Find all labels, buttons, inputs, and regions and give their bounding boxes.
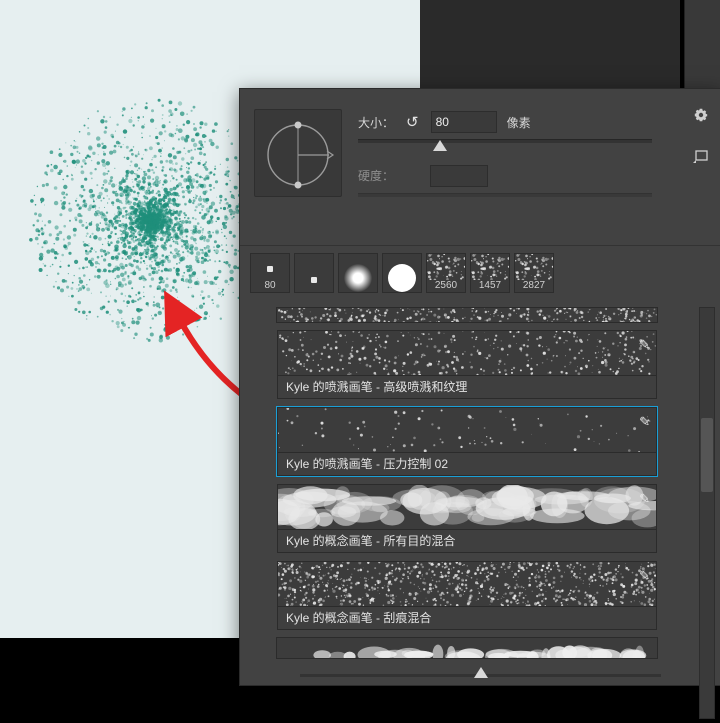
hardness-slider-track — [358, 193, 652, 197]
recent-brush-thumb[interactable]: 80 — [250, 253, 290, 293]
recent-brush-thumb[interactable]: 2560 — [426, 253, 466, 293]
brush-item-partial[interactable] — [276, 307, 658, 323]
size-slider-thumb[interactable] — [433, 140, 447, 151]
brush-mark-icon: ✎ — [639, 491, 650, 507]
brush-mark-icon: ✎ — [639, 337, 650, 353]
brush-size-label: 80 — [264, 280, 275, 291]
workspace-dark-area — [420, 0, 680, 88]
brush-angle-preview[interactable] — [254, 109, 342, 197]
brush-list: ✎ Kyle 的喷溅画笔 - 高级喷溅和纹理 ✎ Kyle 的喷溅画笔 - 压力控制 … — [276, 307, 684, 723]
recent-brush-thumb[interactable] — [338, 253, 378, 293]
size-label: 大小： — [358, 114, 394, 131]
brush-item-label: Kyle 的概念画笔 - 刮痕混合 — [277, 607, 657, 630]
thumbnail-size-thumb[interactable] — [474, 667, 488, 678]
brush-list-scrollbar[interactable] — [699, 307, 715, 719]
brush-item-label: Kyle 的喷溅画笔 - 压力控制 02 — [277, 453, 657, 476]
recent-brush-thumb[interactable] — [294, 253, 334, 293]
gear-icon[interactable] — [693, 107, 709, 128]
brush-size-label: 2560 — [435, 280, 457, 291]
brush-item-label: Kyle 的概念画笔 - 所有目的混合 — [277, 530, 657, 553]
brush-item[interactable]: ✎ Kyle 的概念画笔 - 刮痕混合 — [276, 560, 658, 631]
scrollbar-thumb[interactable] — [701, 418, 713, 492]
brush-item[interactable]: ✎ Kyle 的喷溅画笔 - 高级喷溅和纹理 — [276, 329, 658, 400]
brush-size-label: 2827 — [523, 280, 545, 291]
hardness-label: 硬度： — [358, 167, 394, 184]
brush-item[interactable]: ✎ Kyle 的概念画笔 - 所有目的混合 — [276, 483, 658, 554]
new-preset-icon[interactable] — [693, 149, 709, 166]
brush-size-label: 1457 — [479, 280, 501, 291]
reset-size-button[interactable]: ↺ — [404, 113, 421, 131]
size-input[interactable] — [431, 111, 497, 133]
brush-item-partial[interactable] — [276, 637, 658, 659]
brush-item-label: Kyle 的喷溅画笔 - 高级喷溅和纹理 — [277, 376, 657, 399]
divider — [240, 245, 720, 246]
brush-item[interactable]: ✎ Kyle 的喷溅画笔 - 压力控制 02 — [276, 406, 658, 477]
size-unit: 像素 — [507, 114, 531, 131]
size-slider-track[interactable] — [358, 139, 652, 143]
right-dock-strip — [684, 0, 720, 88]
recent-brush-thumb[interactable] — [382, 253, 422, 293]
brush-mark-icon: ✎ — [639, 568, 650, 584]
brush-presets-panel: 大小： ↺ 像素 硬度： 80 2560 1457 2827 ✎ Kyle 的喷溅画笔 … — [239, 88, 720, 686]
recent-brush-thumb[interactable]: 1457 — [470, 253, 510, 293]
brush-mark-icon: ✎ — [639, 414, 650, 430]
recent-brushes-row: 80 2560 1457 2827 — [250, 253, 554, 293]
hardness-input[interactable] — [430, 165, 488, 187]
recent-brush-thumb[interactable]: 2827 — [514, 253, 554, 293]
